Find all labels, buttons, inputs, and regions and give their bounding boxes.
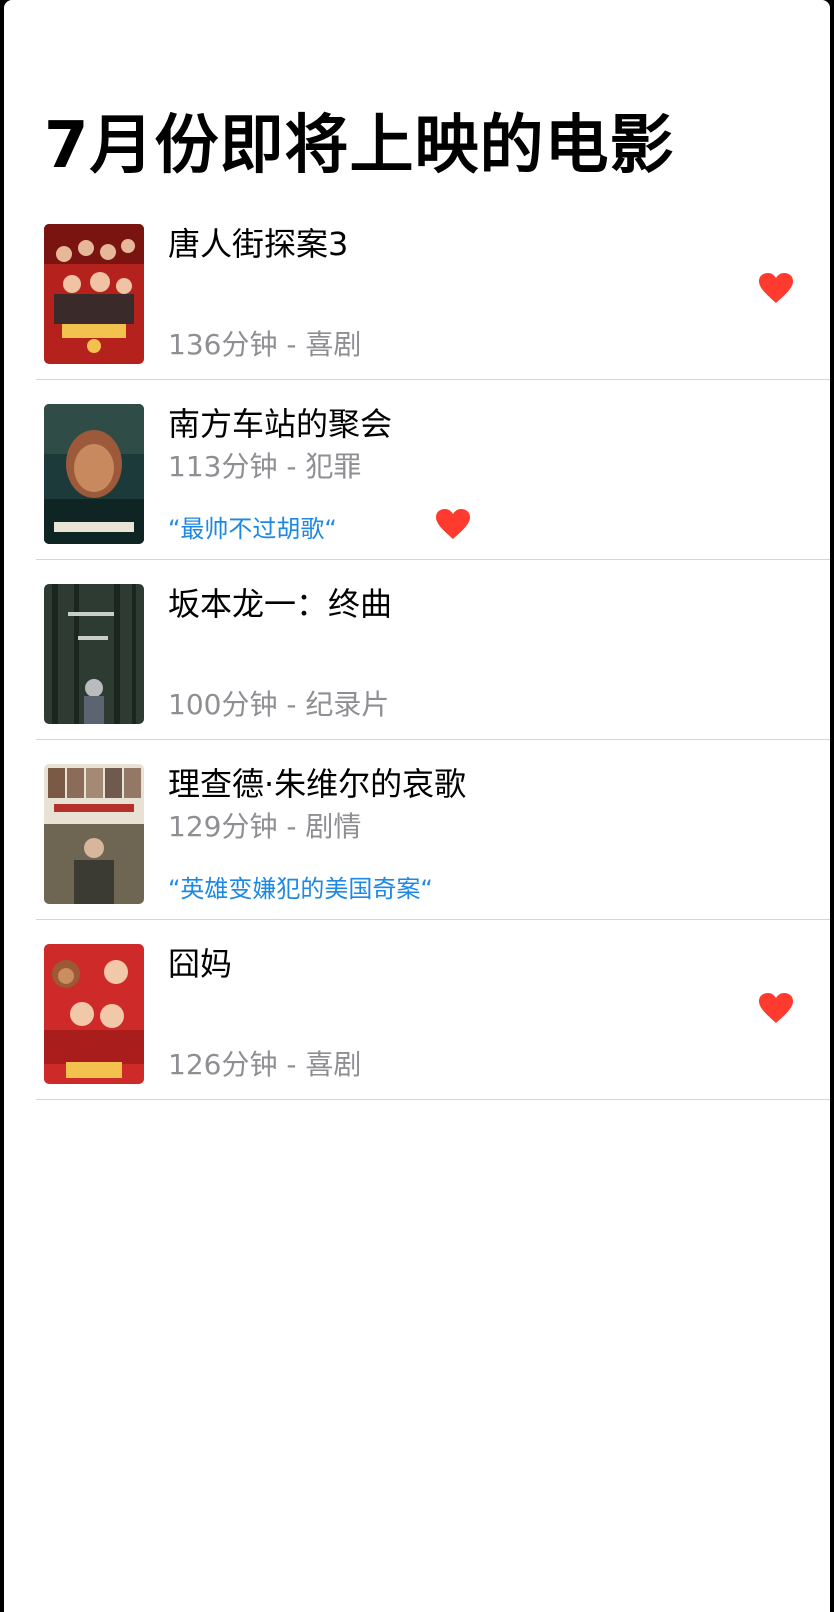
list-item[interactable]: 南方车站的聚会 113分钟 - 犯罪 “最帅不过胡歌“ xyxy=(4,380,830,560)
poster-image xyxy=(44,404,144,544)
movie-title: 南方车站的聚会 xyxy=(168,405,393,443)
movie-title: 坂本龙一：终曲 xyxy=(168,585,393,623)
heart-icon[interactable] xyxy=(758,992,794,1024)
movie-meta: 136分钟 - 喜剧 xyxy=(168,328,362,361)
poster-nanfang-icon xyxy=(44,404,144,544)
heart-icon[interactable] xyxy=(758,272,794,304)
poster-richard-jewell-icon xyxy=(44,764,144,904)
screen: 7月份即将上映的电影 唐人街探案3 136分钟 - 喜剧 南方车站的聚会 113… xyxy=(4,0,830,1612)
poster-image xyxy=(44,224,144,364)
poster-sakamoto-icon xyxy=(44,584,144,724)
list-item[interactable]: 唐人街探案3 136分钟 - 喜剧 xyxy=(4,200,830,380)
movie-meta: 126分钟 - 喜剧 xyxy=(168,1048,362,1081)
movie-title: 理查德·朱维尔的哀歌 xyxy=(168,765,467,803)
poster-image xyxy=(44,944,144,1084)
list-item[interactable]: 坂本龙一：终曲 100分钟 - 纪录片 xyxy=(4,560,830,740)
list-item[interactable]: 理查德·朱维尔的哀歌 129分钟 - 剧情 “英雄变嫌犯的美国奇案“ xyxy=(4,740,830,920)
movie-title: 囧妈 xyxy=(168,945,233,983)
poster-tangrenjie-icon xyxy=(44,224,144,364)
list-item[interactable]: 囧妈 126分钟 - 喜剧 xyxy=(4,920,830,1100)
movie-quote: “最帅不过胡歌“ xyxy=(168,515,337,543)
poster-image xyxy=(44,584,144,724)
movie-title: 唐人街探案3 xyxy=(168,225,349,263)
heart-icon[interactable] xyxy=(435,508,471,540)
movie-meta: 100分钟 - 纪录片 xyxy=(168,688,390,721)
poster-image xyxy=(44,764,144,904)
movie-meta: 129分钟 - 剧情 xyxy=(168,810,362,843)
row-divider xyxy=(36,1099,830,1100)
movie-list: 唐人街探案3 136分钟 - 喜剧 南方车站的聚会 113分钟 - 犯罪 “最帅… xyxy=(4,200,830,1100)
movie-quote: “英雄变嫌犯的美国奇案“ xyxy=(168,875,433,903)
page-title: 7月份即将上映的电影 xyxy=(44,109,675,183)
movie-meta: 113分钟 - 犯罪 xyxy=(168,450,362,483)
poster-jiongma-icon xyxy=(44,944,144,1084)
